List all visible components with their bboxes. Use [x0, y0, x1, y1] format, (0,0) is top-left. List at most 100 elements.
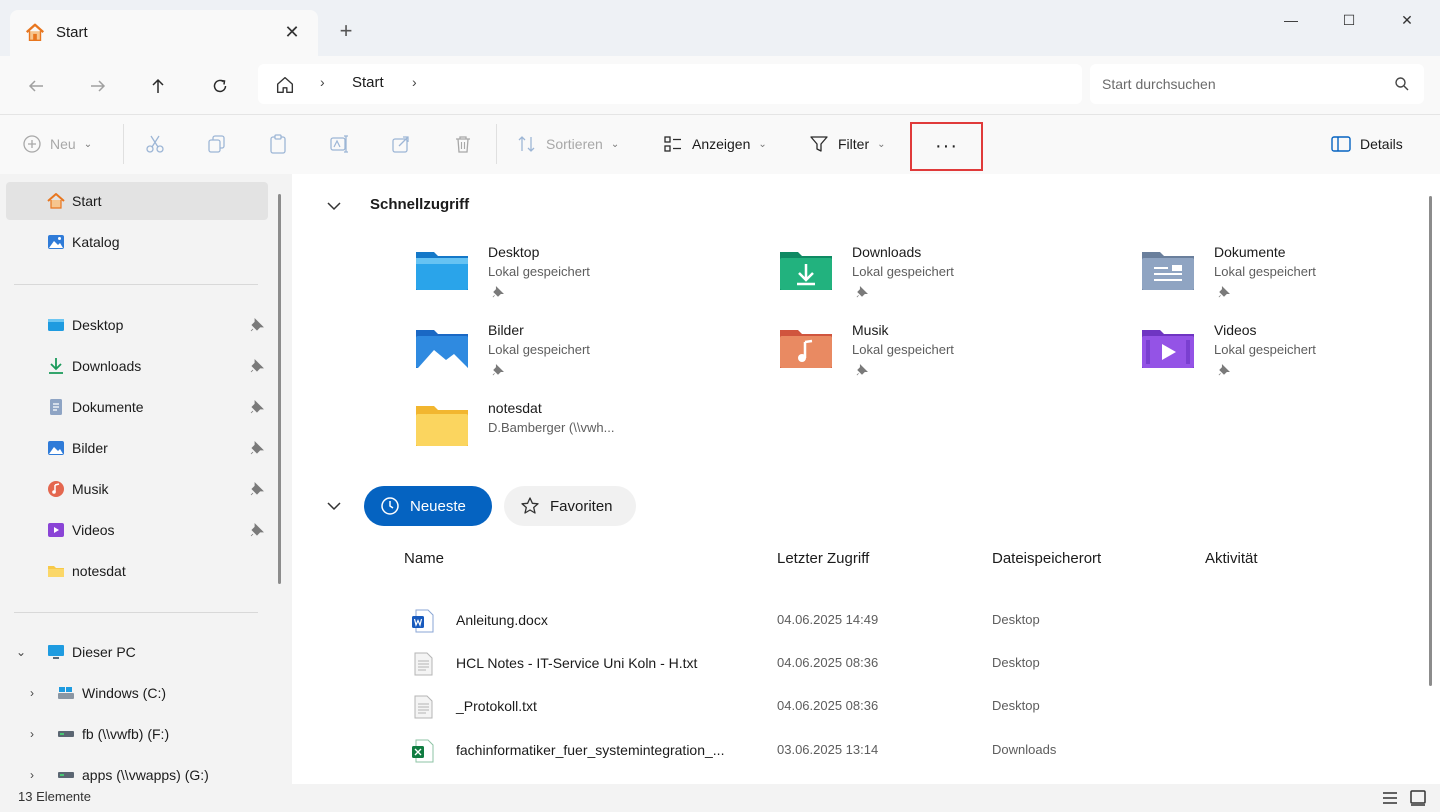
more-options-button[interactable]: ··· — [910, 122, 983, 171]
table-row[interactable]: HCL Notes - IT-Service Uni Koln - H.txt … — [402, 643, 1422, 683]
up-button[interactable] — [140, 68, 176, 104]
new-tab-button[interactable]: + — [332, 18, 360, 46]
sidebar-item-downloads[interactable]: Downloads — [6, 347, 268, 385]
file-location: Desktop — [992, 612, 1040, 627]
tab-start[interactable]: Start ✕ — [10, 10, 318, 56]
file-date: 03.06.2025 13:14 — [777, 742, 879, 757]
chevron-right-icon[interactable]: › — [412, 74, 417, 90]
pin-icon[interactable] — [250, 318, 264, 332]
home-icon — [25, 23, 45, 42]
videos-folder-icon — [1142, 330, 1194, 368]
paste-button[interactable] — [267, 128, 289, 160]
table-row[interactable]: _Protokoll.txt 04.06.2025 08:36 Desktop — [402, 686, 1422, 726]
sidebar-item-label: Dokumente — [72, 399, 144, 415]
sidebar-item-dokumente[interactable]: Dokumente — [6, 388, 268, 426]
pin-icon — [856, 286, 868, 298]
file-location: Downloads — [992, 742, 1057, 757]
pin-icon[interactable] — [250, 441, 264, 455]
arrow-right-icon — [91, 80, 106, 92]
tab-recent[interactable]: Neueste — [364, 486, 492, 526]
search-icon — [1395, 77, 1409, 91]
chevron-right-icon[interactable]: › — [30, 727, 34, 741]
quick-access-name: Videos — [1214, 322, 1257, 338]
table-row[interactable]: fachinformatiker_fuer_systemintegration_… — [402, 730, 1422, 770]
close-tab-icon[interactable]: ✕ — [280, 20, 304, 44]
address-bar[interactable]: › Start › — [258, 64, 1082, 104]
back-button[interactable] — [18, 68, 54, 104]
quick-access-bilder[interactable]: Bilder Lokal gespeichert — [414, 322, 714, 394]
chevron-down-icon[interactable]: ⌄ — [16, 645, 26, 659]
sidebar-item-bilder[interactable]: Bilder — [6, 429, 268, 467]
details-view-icon[interactable] — [1380, 788, 1400, 808]
pin-icon[interactable] — [250, 400, 264, 414]
column-header-activity[interactable]: Aktivität — [1205, 550, 1258, 567]
quick-access-videos[interactable]: Videos Lokal gespeichert — [1140, 322, 1440, 394]
desktop-icon — [48, 319, 64, 331]
network-drive-icon — [58, 731, 74, 737]
pictures-icon — [48, 441, 64, 455]
quick-access-notesdat[interactable]: notesdat D.Bamberger (\\vwh... — [414, 400, 714, 472]
status-bar: 13 Elemente — [0, 784, 1440, 812]
forward-button[interactable] — [80, 68, 116, 104]
chevron-right-icon[interactable]: › — [30, 686, 34, 700]
delete-button[interactable] — [452, 128, 474, 160]
sidebar-item-label: apps (\\vwapps) (G:) — [82, 767, 209, 783]
tiles-view-icon[interactable] — [1408, 788, 1428, 808]
breadcrumb[interactable]: Start — [352, 74, 384, 91]
quick-access-musik[interactable]: Musik Lokal gespeichert — [778, 322, 1078, 394]
search-input[interactable] — [1102, 72, 1382, 96]
documents-folder-icon — [1142, 252, 1194, 290]
view-button[interactable]: Anzeigen ⌄ — [662, 128, 767, 160]
chevron-down-icon[interactable] — [322, 194, 346, 218]
sidebar-item-videos[interactable]: Videos — [6, 511, 268, 549]
filter-button[interactable]: Filter ⌄ — [808, 128, 886, 160]
sort-button[interactable]: Sortieren ⌄ — [516, 128, 619, 160]
sidebar-item-dieser-pc[interactable]: ⌄ Dieser PC — [6, 633, 268, 671]
pin-icon[interactable] — [250, 359, 264, 373]
text-file-icon — [414, 695, 433, 719]
file-date: 04.06.2025 08:36 — [777, 655, 879, 670]
details-button[interactable]: Details — [1330, 128, 1403, 160]
minimize-button[interactable]: — — [1268, 6, 1314, 34]
column-header-location[interactable]: Dateispeicherort — [992, 550, 1101, 567]
sidebar-scrollbar[interactable] — [278, 194, 281, 584]
pin-icon — [856, 364, 868, 376]
chevron-down-icon[interactable] — [322, 494, 346, 518]
tab-favorites[interactable]: Favoriten — [504, 486, 636, 526]
refresh-button[interactable] — [202, 68, 238, 104]
column-header-name[interactable]: Name — [404, 550, 444, 567]
chevron-right-icon[interactable]: › — [30, 768, 34, 782]
column-header-last-access[interactable]: Letzter Zugriff — [777, 550, 869, 567]
sidebar-item-start[interactable]: Start — [6, 182, 268, 220]
filter-label: Filter — [838, 136, 870, 152]
rename-button[interactable] — [328, 128, 350, 160]
quick-access-dokumente[interactable]: Dokumente Lokal gespeichert — [1140, 244, 1440, 316]
tab-title: Start — [56, 24, 88, 41]
quick-access-location: Lokal gespeichert — [488, 264, 590, 279]
sidebar-item-desktop[interactable]: Desktop — [6, 306, 268, 344]
file-name: _Protokoll.txt — [456, 698, 537, 714]
cut-button[interactable] — [144, 128, 166, 160]
quick-access-downloads[interactable]: Downloads Lokal gespeichert — [778, 244, 1078, 316]
new-button[interactable]: Neu ⌄ — [22, 128, 92, 160]
pin-icon[interactable] — [250, 523, 264, 537]
maximize-button[interactable]: ☐ — [1326, 6, 1372, 34]
close-window-button[interactable]: ✕ — [1384, 6, 1430, 34]
sidebar-item-apps-g[interactable]: › apps (\\vwapps) (G:) — [6, 756, 268, 784]
share-button[interactable] — [390, 128, 412, 160]
sidebar-item-musik[interactable]: Musik — [6, 470, 268, 508]
pin-icon[interactable] — [250, 482, 264, 496]
sidebar-item-windows-c[interactable]: › Windows (C:) — [6, 674, 268, 712]
title-bar: Start ✕ + — ☐ ✕ — [0, 0, 1440, 56]
copy-button[interactable] — [206, 128, 228, 160]
divider — [14, 284, 258, 285]
search-box[interactable] — [1090, 64, 1424, 104]
downloads-folder-icon — [780, 252, 832, 290]
sidebar-item-notesdat[interactable]: notesdat — [6, 552, 268, 590]
sidebar-item-katalog[interactable]: Katalog — [6, 223, 268, 261]
quick-access-desktop[interactable]: Desktop Lokal gespeichert — [414, 244, 714, 316]
content-scrollbar[interactable] — [1429, 196, 1432, 686]
sidebar-item-label: Start — [72, 193, 102, 209]
table-row[interactable]: Anleitung.docx 04.06.2025 14:49 Desktop — [402, 600, 1422, 640]
sidebar-item-fb-f[interactable]: › fb (\\vwfb) (F:) — [6, 715, 268, 753]
